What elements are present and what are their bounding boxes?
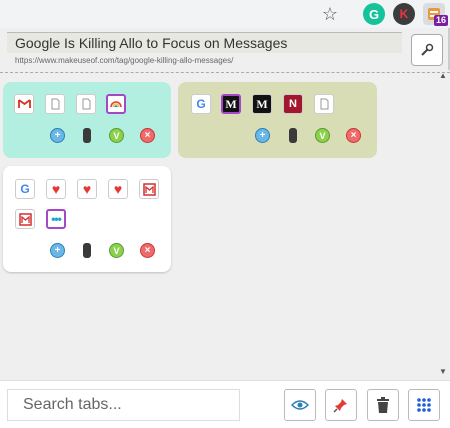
tab-blank[interactable] [76,94,96,114]
extension-badge: 16 [434,15,449,26]
window-group-1: + V × [3,82,171,158]
page-icon [51,98,59,110]
tab-medium[interactable]: M [252,94,272,114]
close-window-button[interactable]: × [140,243,155,258]
tab-blank[interactable] [45,94,65,114]
close-window-button[interactable]: × [346,128,361,143]
tab-blank[interactable] [314,94,334,114]
tab-heart[interactable]: ♥ [108,179,128,199]
heart-icon: ♥ [113,181,123,197]
page-title: Google Is Killing Allo to Focus on Messa… [15,35,288,51]
tab-google[interactable]: G [15,179,35,199]
v-button[interactable]: V [109,128,124,143]
rainbow-icon [110,101,122,108]
page-icon [320,98,328,110]
current-tab-header: Google Is Killing Allo to Focus on Messa… [0,28,450,70]
grid-icon [417,398,431,412]
makeuseof-icon [18,212,32,226]
tab-newsbar[interactable]: N [283,94,303,114]
google-icon: G [196,97,206,111]
heart-icon: ♥ [51,181,61,197]
browser-toolbar: ☆ G K 16 [0,0,450,28]
tab-makeuseof[interactable] [139,179,159,199]
search-input[interactable] [7,389,240,421]
eye-button[interactable] [284,389,316,421]
k-extension-icon[interactable]: K [393,3,415,25]
medium-icon: M [225,96,237,111]
page-icon [82,98,90,110]
star-icon[interactable]: ☆ [319,3,341,25]
window-group-2: G M M N + V × [178,82,377,158]
traffic-light-icon[interactable] [83,243,91,258]
traffic-light-icon[interactable] [289,128,297,143]
bottom-toolbar [0,380,450,428]
trash-button[interactable] [367,389,399,421]
tab-more[interactable]: ••• [46,209,66,229]
medium-icon: M [256,96,268,111]
makeuseof-icon [142,182,156,196]
add-tab-button[interactable]: + [255,128,270,143]
tab-medium[interactable]: M [221,94,241,114]
tab-heart[interactable]: ♥ [77,179,97,199]
gmail-icon [17,99,31,108]
newsbar-icon: N [289,98,297,110]
divider [0,72,450,73]
tab-heart[interactable]: ♥ [46,179,66,199]
title-bar: Google Is Killing Allo to Focus on Messa… [7,32,402,53]
close-window-button[interactable]: × [140,128,155,143]
page-url: https://www.makeuseof.com/tag/google-kil… [15,56,234,65]
settings-button[interactable] [411,34,443,66]
grid-button[interactable] [408,389,440,421]
v-button[interactable]: V [109,243,124,258]
trash-icon [377,397,389,413]
grammarly-icon[interactable]: G [363,3,385,25]
tab-makeuseof[interactable] [15,209,35,229]
eye-icon [291,400,309,410]
traffic-light-icon[interactable] [83,128,91,143]
google-icon: G [20,182,30,196]
tab-gmail[interactable] [14,94,34,114]
window-group-3: G ♥ ♥ ♥ ••• + V × [3,166,171,272]
tab-google[interactable]: G [191,94,211,114]
more-dots-icon: ••• [51,212,62,226]
heart-icon: ♥ [82,181,92,197]
v-button[interactable]: V [315,128,330,143]
pin-button[interactable] [325,389,357,421]
tab-rainbow[interactable] [106,94,126,114]
add-tab-button[interactable]: + [50,243,65,258]
pin-icon [333,399,347,413]
scroll-down-arrow[interactable]: ▼ [439,367,447,376]
wrench-icon [421,43,434,56]
add-tab-button[interactable]: + [50,128,65,143]
